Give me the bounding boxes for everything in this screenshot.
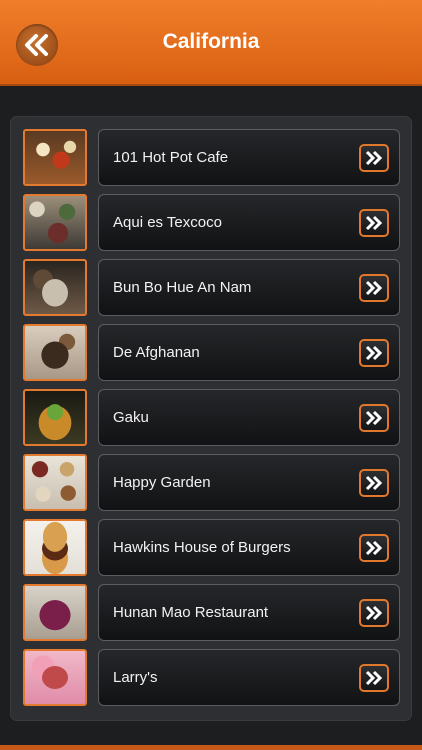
- restaurant-thumbnail: [23, 194, 87, 251]
- restaurant-name: Bun Bo Hue An Nam: [113, 279, 252, 296]
- list-item[interactable]: 101 Hot Pot Cafe: [11, 129, 411, 186]
- open-button[interactable]: [359, 599, 389, 627]
- restaurant-thumbnail: [23, 129, 87, 186]
- restaurant-name: Aqui es Texcoco: [113, 214, 222, 231]
- list-item[interactable]: Hawkins House of Burgers: [11, 519, 411, 576]
- list-item[interactable]: Happy Garden: [11, 454, 411, 511]
- double-chevron-right-icon: [365, 150, 383, 166]
- restaurant-thumbnail: [23, 519, 87, 576]
- list-item[interactable]: Larry's: [11, 649, 411, 706]
- list-item[interactable]: Aqui es Texcoco: [11, 194, 411, 251]
- restaurant-name: Larry's: [113, 669, 158, 686]
- double-chevron-right-icon: [365, 540, 383, 556]
- app-header: California: [0, 0, 422, 86]
- restaurant-thumbnail: [23, 259, 87, 316]
- restaurant-list: 101 Hot Pot Cafe Aqui es Texcoco Bun Bo …: [11, 117, 411, 720]
- bottom-accent-bar: [0, 745, 422, 750]
- restaurant-thumbnail: [23, 324, 87, 381]
- restaurant-name: 101 Hot Pot Cafe: [113, 149, 229, 166]
- restaurant-thumbnail: [23, 389, 87, 446]
- restaurant-thumbnail: [23, 584, 87, 641]
- restaurant-thumbnail: [23, 649, 87, 706]
- list-item[interactable]: De Afghanan: [11, 324, 411, 381]
- open-button[interactable]: [359, 469, 389, 497]
- open-button[interactable]: [359, 209, 389, 237]
- double-chevron-right-icon: [365, 605, 383, 621]
- double-chevron-right-icon: [365, 670, 383, 686]
- double-chevron-right-icon: [365, 215, 383, 231]
- list-item[interactable]: Gaku: [11, 389, 411, 446]
- double-chevron-right-icon: [365, 280, 383, 296]
- double-chevron-right-icon: [365, 345, 383, 361]
- open-button[interactable]: [359, 339, 389, 367]
- restaurant-name: Gaku: [113, 409, 149, 426]
- double-chevron-right-icon: [365, 475, 383, 491]
- list-item[interactable]: Hunan Mao Restaurant: [11, 584, 411, 641]
- open-button[interactable]: [359, 144, 389, 172]
- restaurant-name: Hawkins House of Burgers: [113, 539, 291, 556]
- restaurant-name: Hunan Mao Restaurant: [113, 604, 269, 621]
- list-item[interactable]: Bun Bo Hue An Nam: [11, 259, 411, 316]
- open-button[interactable]: [359, 274, 389, 302]
- page-title: California: [162, 30, 260, 53]
- restaurant-thumbnail: [23, 454, 87, 511]
- open-button[interactable]: [359, 534, 389, 562]
- restaurant-name: De Afghanan: [113, 344, 200, 361]
- open-button[interactable]: [359, 404, 389, 432]
- double-chevron-right-icon: [365, 410, 383, 426]
- restaurant-name: Happy Garden: [113, 474, 211, 491]
- open-button[interactable]: [359, 664, 389, 692]
